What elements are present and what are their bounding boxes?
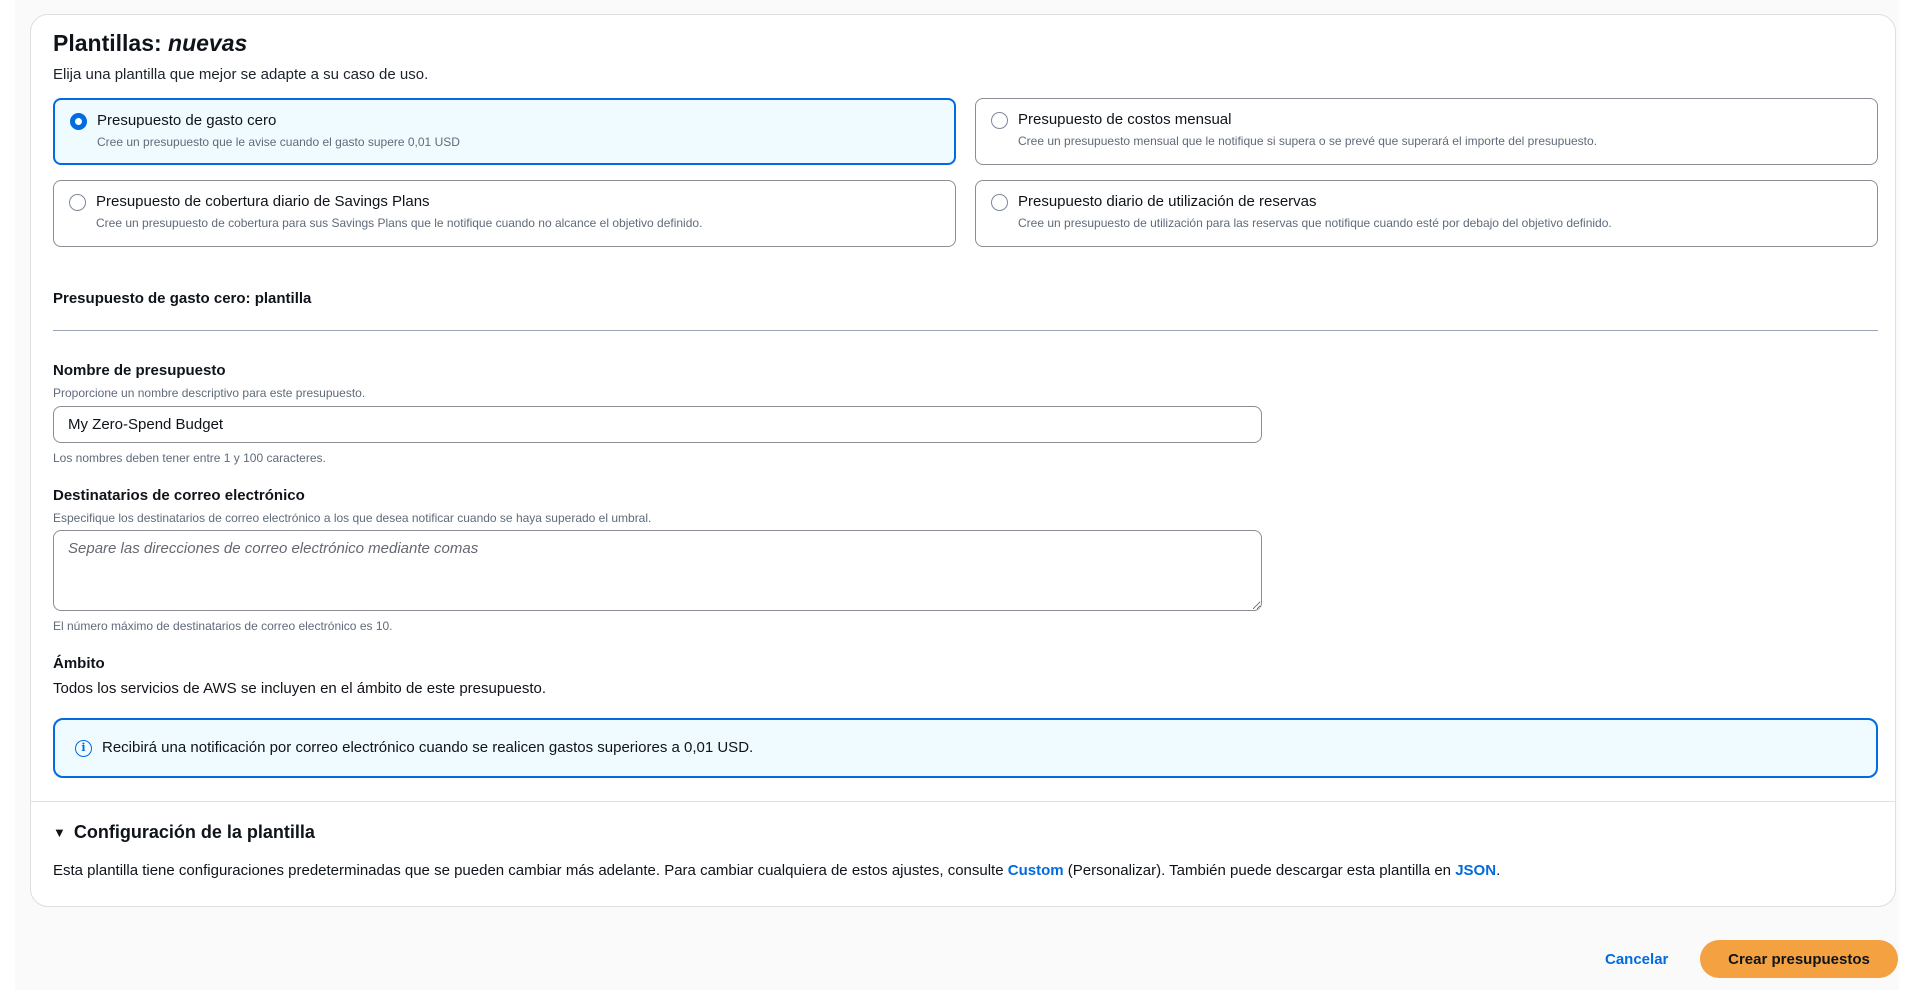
radio-empty-icon[interactable] bbox=[991, 194, 1008, 211]
config-description: Esta plantilla tiene configuraciones pre… bbox=[53, 862, 1500, 879]
page-subtitle: Elija una plantilla que mejor se adapte … bbox=[53, 66, 429, 83]
template-tile-reservations[interactable]: Presupuesto diario de utilización de res… bbox=[975, 180, 1878, 247]
config-text-before: Esta plantilla tiene configuraciones pre… bbox=[53, 862, 1008, 879]
create-budgets-button[interactable]: Crear presupuestos bbox=[1700, 940, 1898, 978]
template-tile-monthly-cost[interactable]: Presupuesto de costos mensual Cree un pr… bbox=[975, 98, 1878, 165]
json-link[interactable]: JSON bbox=[1455, 862, 1496, 879]
budget-name-input[interactable] bbox=[53, 406, 1262, 443]
budget-name-label: Nombre de presupuesto bbox=[53, 362, 226, 379]
tile-description: Cree un presupuesto que le avise cuando … bbox=[97, 135, 460, 149]
section-divider bbox=[53, 330, 1878, 331]
alert-text: Recibirá una notificación por correo ele… bbox=[102, 739, 754, 756]
tile-title: Presupuesto de gasto cero bbox=[97, 112, 277, 129]
budget-name-constraint: Los nombres deben tener entre 1 y 100 ca… bbox=[53, 451, 326, 465]
template-tile-zero-spend[interactable]: Presupuesto de gasto cero Cree un presup… bbox=[53, 98, 956, 165]
title-emphasis: nuevas bbox=[168, 30, 248, 56]
tile-description: Cree un presupuesto de utilización para … bbox=[1018, 216, 1612, 230]
email-recipients-constraint: El número máximo de destinatarios de cor… bbox=[53, 619, 393, 633]
tile-description: Cree un presupuesto de cobertura para su… bbox=[96, 216, 703, 230]
page-title: Plantillas: nuevas bbox=[53, 30, 247, 57]
email-recipients-description: Especifique los destinatarios de correo … bbox=[53, 511, 652, 525]
title-prefix: Plantillas: bbox=[53, 30, 162, 56]
info-alert: i Recibirá una notificación por correo e… bbox=[53, 718, 1878, 778]
cancel-button[interactable]: Cancelar bbox=[1605, 951, 1668, 968]
budget-name-description: Proporcione un nombre descriptivo para e… bbox=[53, 386, 366, 400]
email-recipients-textarea[interactable] bbox=[53, 530, 1262, 611]
email-recipients-label: Destinatarios de correo electrónico bbox=[53, 487, 305, 504]
template-tile-savings-plans[interactable]: Presupuesto de cobertura diario de Savin… bbox=[53, 180, 956, 247]
panel-separator bbox=[30, 801, 1896, 802]
config-expand-toggle[interactable]: ▼ Configuración de la plantilla bbox=[53, 822, 315, 843]
tile-title: Presupuesto de costos mensual bbox=[1018, 111, 1232, 128]
custom-link[interactable]: Custom bbox=[1008, 862, 1064, 879]
radio-selected-icon[interactable] bbox=[70, 113, 87, 130]
caret-down-icon: ▼ bbox=[53, 825, 66, 840]
config-heading: Configuración de la plantilla bbox=[73, 822, 315, 842]
scope-label: Ámbito bbox=[53, 655, 105, 672]
tile-description: Cree un presupuesto mensual que le notif… bbox=[1018, 134, 1598, 148]
config-text-middle: (Personalizar). También puede descargar … bbox=[1063, 862, 1456, 879]
tile-title: Presupuesto de cobertura diario de Savin… bbox=[96, 193, 430, 210]
radio-empty-icon[interactable] bbox=[991, 112, 1008, 129]
info-icon: i bbox=[75, 740, 92, 757]
tile-title: Presupuesto diario de utilización de res… bbox=[1018, 193, 1317, 210]
scope-text: Todos los servicios de AWS se incluyen e… bbox=[53, 680, 547, 697]
config-text-after: . bbox=[1496, 862, 1501, 879]
template-section-heading: Presupuesto de gasto cero: plantilla bbox=[53, 290, 312, 307]
radio-empty-icon[interactable] bbox=[69, 194, 86, 211]
